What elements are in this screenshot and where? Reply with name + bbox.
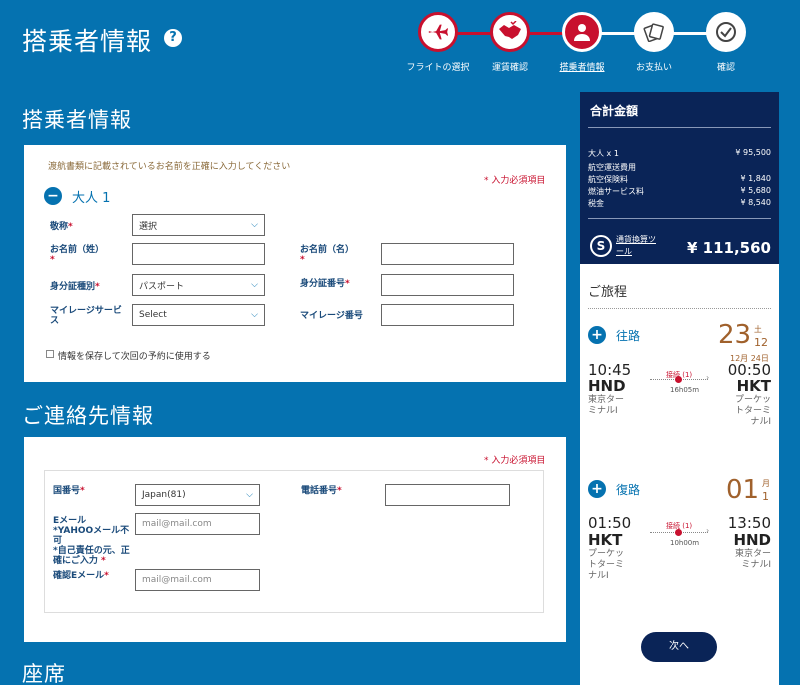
itinerary-panel: ご旅程 + 往路 23 土 12 12月 24日 10:45 HND 東京ターミ… bbox=[580, 264, 779, 685]
contact-form-box: 国番号* Japan(81) ⌵ 電話番号* Eメール *YAHOOメール不可 *自己… bbox=[44, 470, 544, 613]
step-flight-select[interactable] bbox=[418, 12, 458, 52]
country-code-select[interactable]: Japan(81) ⌵ bbox=[135, 484, 260, 506]
total-amount: ¥ 111,560 bbox=[687, 239, 771, 257]
outbound-dep-city: 東京ターミナルI bbox=[588, 395, 625, 416]
divider bbox=[588, 308, 771, 309]
chevron-down-icon: ⌵ bbox=[251, 310, 258, 320]
inbound-label: 復路 bbox=[616, 483, 641, 497]
inbound-duration: 10h00m bbox=[670, 539, 700, 547]
plane-icon bbox=[428, 24, 449, 40]
title-label: 敬称* bbox=[50, 222, 73, 232]
currency-converter-icon[interactable]: S bbox=[590, 235, 612, 257]
divider bbox=[588, 127, 771, 128]
phone-label: 電話番号* bbox=[301, 486, 342, 496]
arrow-icon: › bbox=[706, 526, 710, 535]
outbound-weekday: 土 bbox=[754, 325, 762, 334]
adult-group-label: 大人 1 bbox=[72, 191, 111, 206]
mileage-number-input[interactable] bbox=[381, 304, 514, 326]
id-type-label: 身分証種別* bbox=[50, 282, 100, 292]
contact-required-note: * 入力必須項目 bbox=[484, 456, 546, 466]
expand-outbound-icon[interactable]: + bbox=[588, 326, 606, 344]
confirm-email-label: 確認Eメール* bbox=[53, 571, 109, 581]
contact-section-title: ご連絡先情報 bbox=[22, 404, 154, 428]
id-number-label: 身分証番号* bbox=[300, 279, 350, 289]
outbound-arr-code: HKT bbox=[736, 377, 771, 395]
confirm-email-input[interactable]: mail@mail.com bbox=[135, 569, 260, 591]
last-name-input[interactable] bbox=[132, 243, 265, 265]
inbound-dep-city: プーケットターミナルI bbox=[588, 549, 625, 581]
outbound-duration: 16h05m bbox=[670, 386, 700, 394]
id-number-input[interactable] bbox=[381, 274, 514, 296]
last-name-label: お名前（姓） * bbox=[50, 245, 105, 265]
summary-title: 合計金額 bbox=[590, 104, 639, 118]
step-passenger-info[interactable] bbox=[562, 12, 602, 52]
phone-input[interactable] bbox=[385, 484, 510, 506]
first-name-input[interactable] bbox=[381, 243, 514, 265]
passenger-section-title: 搭乗者情報 bbox=[22, 108, 132, 132]
outbound-label: 往路 bbox=[616, 329, 641, 343]
inbound-arr-time: 13:50 bbox=[727, 514, 771, 532]
mileage-select[interactable]: Select ⌵ bbox=[132, 304, 265, 326]
passenger-hint: 渡航書類に記載されているお名前を正確に入力してください bbox=[48, 162, 291, 172]
inbound-dep-code: HKT bbox=[588, 531, 623, 549]
step-confirm[interactable] bbox=[706, 12, 746, 52]
currency-converter-link[interactable]: 通貨換算ツール bbox=[616, 234, 658, 258]
stop-dot bbox=[675, 376, 682, 383]
price-summary: 合計金額 大人 x 1 ¥ 95,500 航空運送費用 航空保険料 ¥ 1,840 … bbox=[580, 92, 779, 264]
save-info-checkbox[interactable] bbox=[46, 350, 54, 358]
country-code-label: 国番号* bbox=[53, 486, 85, 496]
save-info-label: 情報を保存して次回の予約に使用する bbox=[58, 352, 211, 362]
first-name-label: お名前（名） * bbox=[300, 245, 355, 265]
outbound-arr-city: プーケットターミナルI bbox=[734, 395, 771, 427]
fee-row-fuel: 燃油サービス料 ¥ 5,680 bbox=[588, 186, 771, 196]
passenger-card: 渡航書類に記載されているお名前を正確に入力してください * 入力必須項目 − 大… bbox=[24, 145, 566, 382]
chevron-down-icon: ⌵ bbox=[251, 220, 258, 230]
fee-row-insurance: 航空保険料 ¥ 1,840 bbox=[588, 174, 771, 184]
person-icon bbox=[574, 24, 590, 41]
outbound-dep-code: HND bbox=[588, 377, 626, 395]
outbound-day: 23 bbox=[718, 320, 752, 350]
arrow-icon: › bbox=[706, 373, 710, 382]
divider bbox=[588, 218, 771, 219]
inbound-arr-code: HND bbox=[733, 531, 771, 549]
contact-card: * 入力必須項目 国番号* Japan(81) ⌵ 電話番号* Eメール *YAHO… bbox=[24, 437, 566, 642]
required-note: * 入力必須項目 bbox=[484, 176, 546, 186]
chevron-down-icon: ⌵ bbox=[251, 280, 258, 290]
step-payment[interactable] bbox=[634, 12, 674, 52]
title-select[interactable]: 選択 ⌵ bbox=[132, 214, 265, 236]
fee-row-tax: 税金 ¥ 8,540 bbox=[588, 198, 771, 208]
mileage-number-label: マイレージ番号 bbox=[300, 311, 363, 321]
handshake-icon bbox=[499, 21, 521, 39]
expand-inbound-icon[interactable]: + bbox=[588, 480, 606, 498]
itinerary-title: ご旅程 bbox=[588, 285, 628, 300]
collapse-adult-icon[interactable]: − bbox=[44, 187, 62, 205]
inbound-arr-city: 東京ターミナルI bbox=[734, 549, 771, 570]
page-title: 搭乗者情報 bbox=[22, 27, 153, 56]
payment-icon bbox=[643, 23, 664, 42]
id-type-select[interactable]: パスポート ⌵ bbox=[132, 274, 265, 296]
next-button[interactable]: 次へ bbox=[641, 632, 717, 662]
email-label: Eメール *YAHOOメール不可 *自己責任の元、正確にご入力 * bbox=[53, 516, 130, 566]
check-icon bbox=[716, 22, 736, 42]
step-label-confirm: 確認 bbox=[716, 63, 735, 73]
seat-section-title: 座席 bbox=[22, 662, 66, 685]
fee-title: 航空運送費用 bbox=[588, 163, 636, 172]
outbound-month: 12 bbox=[754, 336, 768, 349]
email-input[interactable]: mail@mail.com bbox=[135, 513, 260, 535]
pax-row: 大人 x 1 ¥ 95,500 bbox=[588, 148, 771, 158]
inbound-dep-time: 01:50 bbox=[588, 514, 632, 532]
mileage-label: マイレージサービス bbox=[50, 306, 122, 326]
step-fare-confirm[interactable] bbox=[490, 12, 530, 52]
inbound-month: 1 bbox=[762, 490, 769, 503]
chevron-down-icon: ⌵ bbox=[246, 490, 253, 500]
help-icon[interactable]: ? bbox=[164, 29, 182, 47]
stop-dot bbox=[675, 529, 682, 536]
inbound-weekday: 月 bbox=[762, 479, 770, 488]
inbound-day: 01 bbox=[726, 475, 760, 505]
